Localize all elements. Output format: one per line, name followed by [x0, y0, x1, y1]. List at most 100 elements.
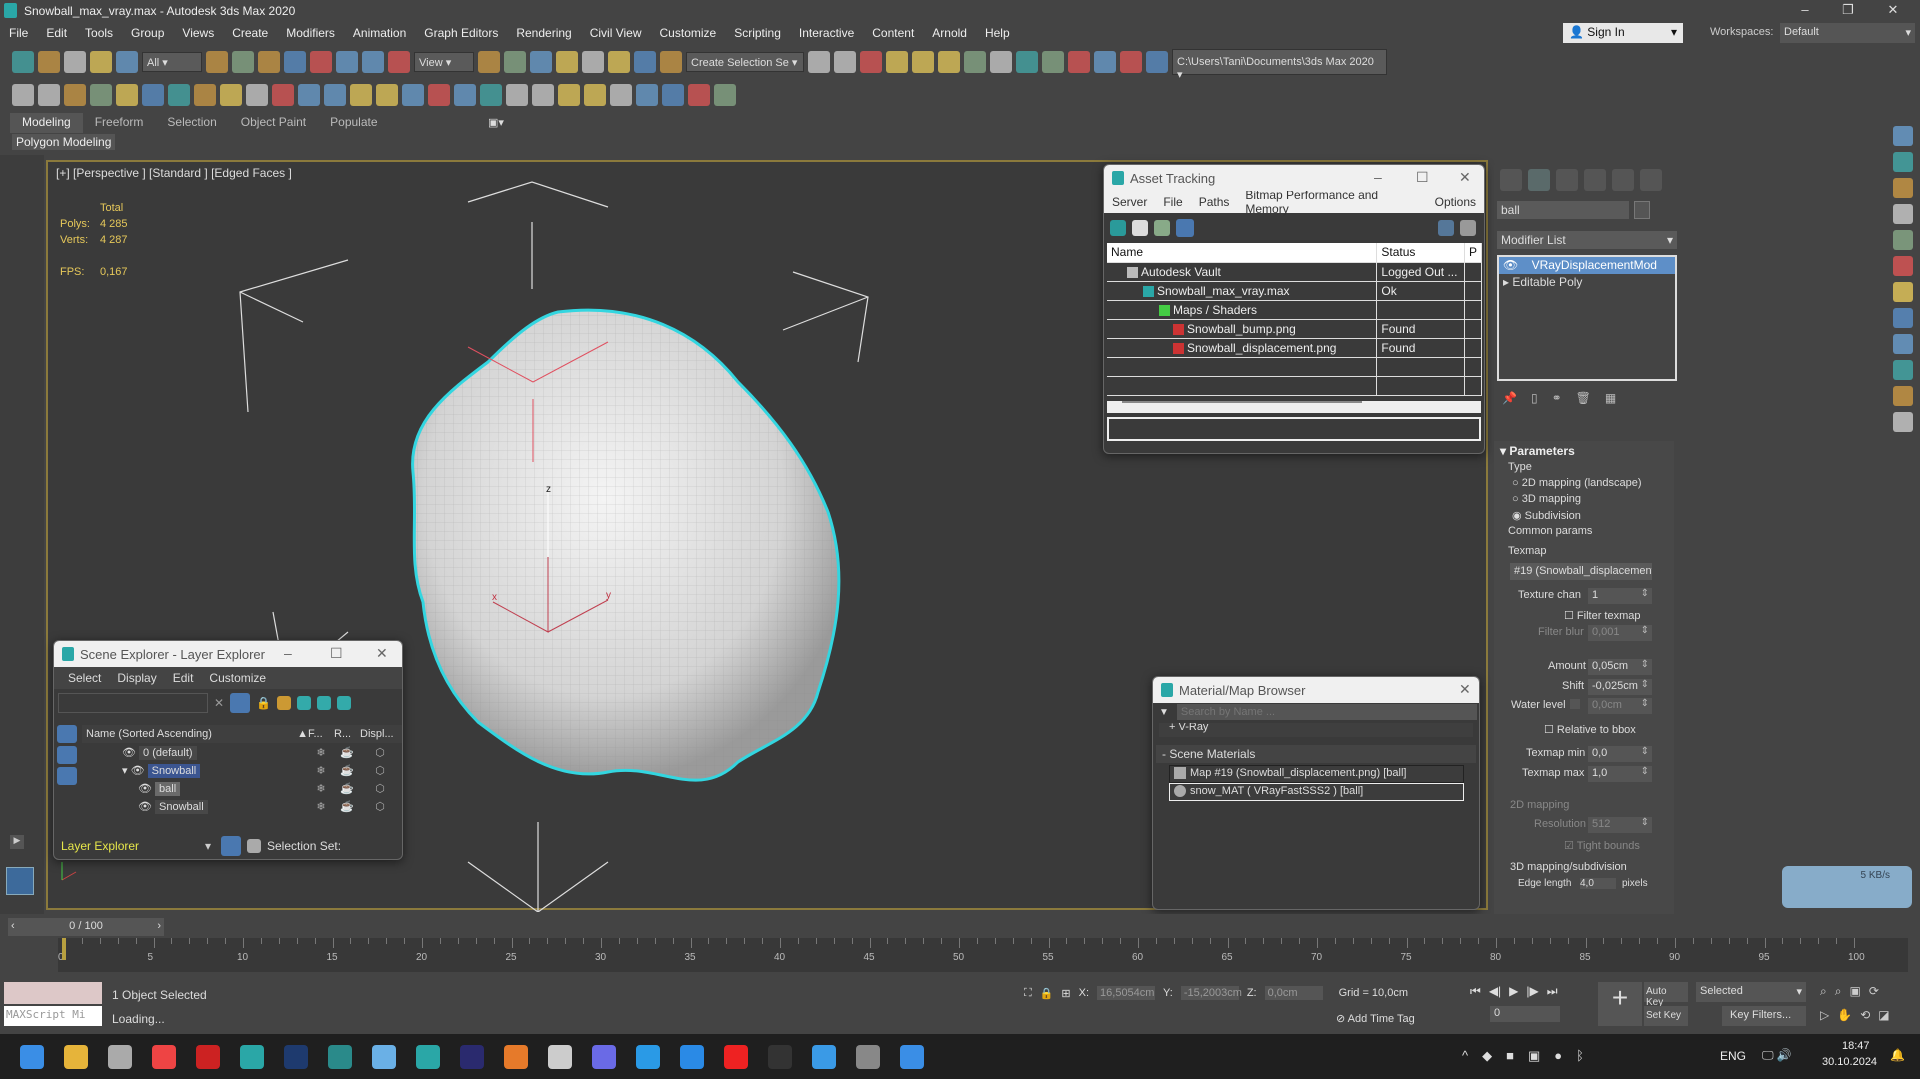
camera-icon[interactable]	[168, 84, 190, 106]
go-to-start-icon[interactable]: ⏮	[1470, 984, 1481, 999]
vray-sphere-icon[interactable]	[506, 84, 528, 106]
help-icon[interactable]	[1438, 220, 1454, 236]
tree-view-icon[interactable]	[1154, 220, 1170, 236]
key-mode-dropdown[interactable]: Selected ▾	[1696, 982, 1806, 1002]
texmap-button[interactable]: #19 (Snowball_displacement.	[1510, 563, 1652, 580]
display-box-icon[interactable]: ⬡	[360, 746, 400, 759]
named-selection-dropdown[interactable]: Create Selection Se ▾	[686, 52, 804, 72]
visibility-eye-icon[interactable]: 👁	[138, 801, 155, 813]
terminal-icon[interactable]	[768, 1044, 792, 1069]
hierarchy-icon[interactable]	[317, 696, 332, 710]
vfb-icon[interactable]	[636, 84, 658, 106]
type-radio-1[interactable]: ○ 3D mapping	[1512, 493, 1581, 505]
zoom-all-icon[interactable]: ⌕	[1835, 984, 1842, 999]
hierarchy-mode-icon[interactable]	[247, 839, 261, 853]
app64-icon[interactable]	[196, 1044, 220, 1069]
auto-key-button[interactable]: Auto Key	[1644, 982, 1688, 1008]
make-unique-icon[interactable]: ⚭	[1552, 391, 1562, 405]
after-effects-icon[interactable]	[460, 1044, 484, 1069]
app-icon[interactable]	[108, 1044, 132, 1069]
display-lights-icon[interactable]	[57, 767, 77, 785]
layer-row[interactable]: 👁 ball ❄ ☕ ⬡	[82, 779, 402, 797]
project-folder-dropdown[interactable]: C:\Users\Tani\Documents\3ds Max 2020 ▾	[1172, 49, 1387, 81]
menu-tools[interactable]: Tools	[76, 26, 122, 40]
search-by-name-input[interactable]	[1176, 704, 1477, 720]
absolute-mode-icon[interactable]: ⊞	[1061, 987, 1070, 1000]
menu-help[interactable]: Help	[976, 26, 1019, 40]
tray-app-icon[interactable]: ●	[1554, 1048, 1562, 1064]
column-render[interactable]: R...	[334, 728, 360, 740]
column-p[interactable]: P	[1464, 243, 1483, 263]
telegram-icon[interactable]	[812, 1044, 836, 1069]
undo-icon[interactable]	[12, 51, 34, 73]
tray-app-icon[interactable]: ■	[1506, 1048, 1514, 1064]
scale-icon[interactable]	[362, 51, 384, 73]
visibility-eye-icon[interactable]: ▾ 👁	[122, 765, 148, 777]
list-view-icon[interactable]	[1132, 220, 1148, 236]
edit-named-sel-icon[interactable]	[660, 51, 682, 73]
display-objects-icon[interactable]	[57, 725, 77, 743]
teapot2-icon[interactable]	[324, 84, 346, 106]
maximize-button[interactable]: ☐	[330, 645, 343, 662]
app-icon[interactable]	[548, 1044, 572, 1069]
display-box-icon[interactable]: ⬡	[360, 782, 400, 795]
close-button[interactable]: ✕	[1459, 169, 1471, 186]
relative-bbox-checkbox[interactable]: ☐ Relative to bbox	[1544, 723, 1636, 736]
tray-app-icon[interactable]: ◆	[1482, 1048, 1492, 1064]
selection-filter-dropdown[interactable]: All ▾	[142, 52, 202, 72]
material-icon[interactable]	[1893, 152, 1913, 172]
menu-views[interactable]: Views	[173, 26, 223, 40]
pan-icon[interactable]: ✋	[1837, 1008, 1852, 1022]
bind-space-warp-icon[interactable]	[116, 51, 138, 73]
asset-path-field[interactable]	[1107, 416, 1481, 441]
tight-bounds-checkbox[interactable]: ☑ Tight bounds	[1564, 839, 1640, 852]
check-icon[interactable]	[1893, 126, 1913, 146]
pin-stack-icon[interactable]: 📌	[1502, 391, 1517, 405]
horizontal-scrollbar[interactable]	[1107, 400, 1481, 413]
cone-icon[interactable]	[350, 84, 372, 106]
teapot-icon[interactable]	[12, 84, 34, 106]
maxscript-listener-output[interactable]	[4, 982, 102, 1004]
spacewarp-icon[interactable]	[220, 84, 242, 106]
selection-lock-icon[interactable]	[504, 51, 526, 73]
column-display[interactable]: Displ...	[360, 728, 400, 740]
schematic-icon[interactable]	[964, 51, 986, 73]
z-coordinate[interactable]: 0,0cm	[1264, 986, 1323, 1000]
notifications-icon[interactable]: 🔔	[1890, 1048, 1905, 1062]
stack-item-editable-poly[interactable]: ▸ Editable Poly	[1499, 274, 1675, 291]
freeze-icon[interactable]: ❄	[308, 746, 334, 759]
box-icon[interactable]	[1893, 386, 1913, 406]
asset-row[interactable]: Snowball_displacement.png Found	[1107, 338, 1483, 358]
utilities-tab-icon[interactable]	[1640, 169, 1662, 191]
chrome-icon[interactable]	[152, 1044, 176, 1069]
sync-icon[interactable]	[1893, 256, 1913, 276]
track-bar[interactable]: 0 5 10 15 20 25 30 35 40 45 50 55 60 65 70 75 80 85 90 95 10…	[58, 938, 1908, 972]
next-frame-icon[interactable]: |▶	[1526, 984, 1538, 999]
object-name-field[interactable]: ball	[1497, 201, 1629, 219]
shape-icon[interactable]	[246, 84, 268, 106]
menu-customize[interactable]: Customize	[651, 26, 726, 40]
helper-icon[interactable]	[194, 84, 216, 106]
material-editor-icon[interactable]	[990, 51, 1012, 73]
language-indicator[interactable]: ENG	[1720, 1049, 1746, 1063]
close-button[interactable]: ✕	[1459, 681, 1471, 698]
sphere-icon[interactable]	[272, 84, 294, 106]
asset-menu-options[interactable]: Options	[1427, 195, 1484, 209]
select-by-name-icon[interactable]	[232, 51, 254, 73]
app-icon[interactable]	[900, 1044, 924, 1069]
filter-icon[interactable]	[230, 693, 251, 713]
tree-icon[interactable]	[1893, 282, 1913, 302]
app-icon[interactable]	[328, 1044, 352, 1069]
tray-chevron-icon[interactable]: ^	[1462, 1048, 1468, 1064]
asset-row[interactable]: Snowball_bump.png Found	[1107, 319, 1483, 339]
hdri-icon[interactable]	[558, 84, 580, 106]
asset-menu-file[interactable]: File	[1155, 195, 1190, 209]
column-name[interactable]: Name	[1107, 243, 1378, 263]
vray-group[interactable]: + V-Ray	[1159, 723, 1473, 737]
vray-fur-icon[interactable]	[428, 84, 450, 106]
previous-frame-icon[interactable]: ◀|	[1489, 984, 1501, 999]
asset-row[interactable]: Snowball_max_vray.max Ok	[1107, 281, 1483, 301]
configure-sets-icon[interactable]: ▦	[1605, 391, 1616, 405]
app-icon[interactable]	[680, 1044, 704, 1069]
filter-texmap-checkbox[interactable]: ☐ Filter texmap	[1564, 609, 1641, 622]
